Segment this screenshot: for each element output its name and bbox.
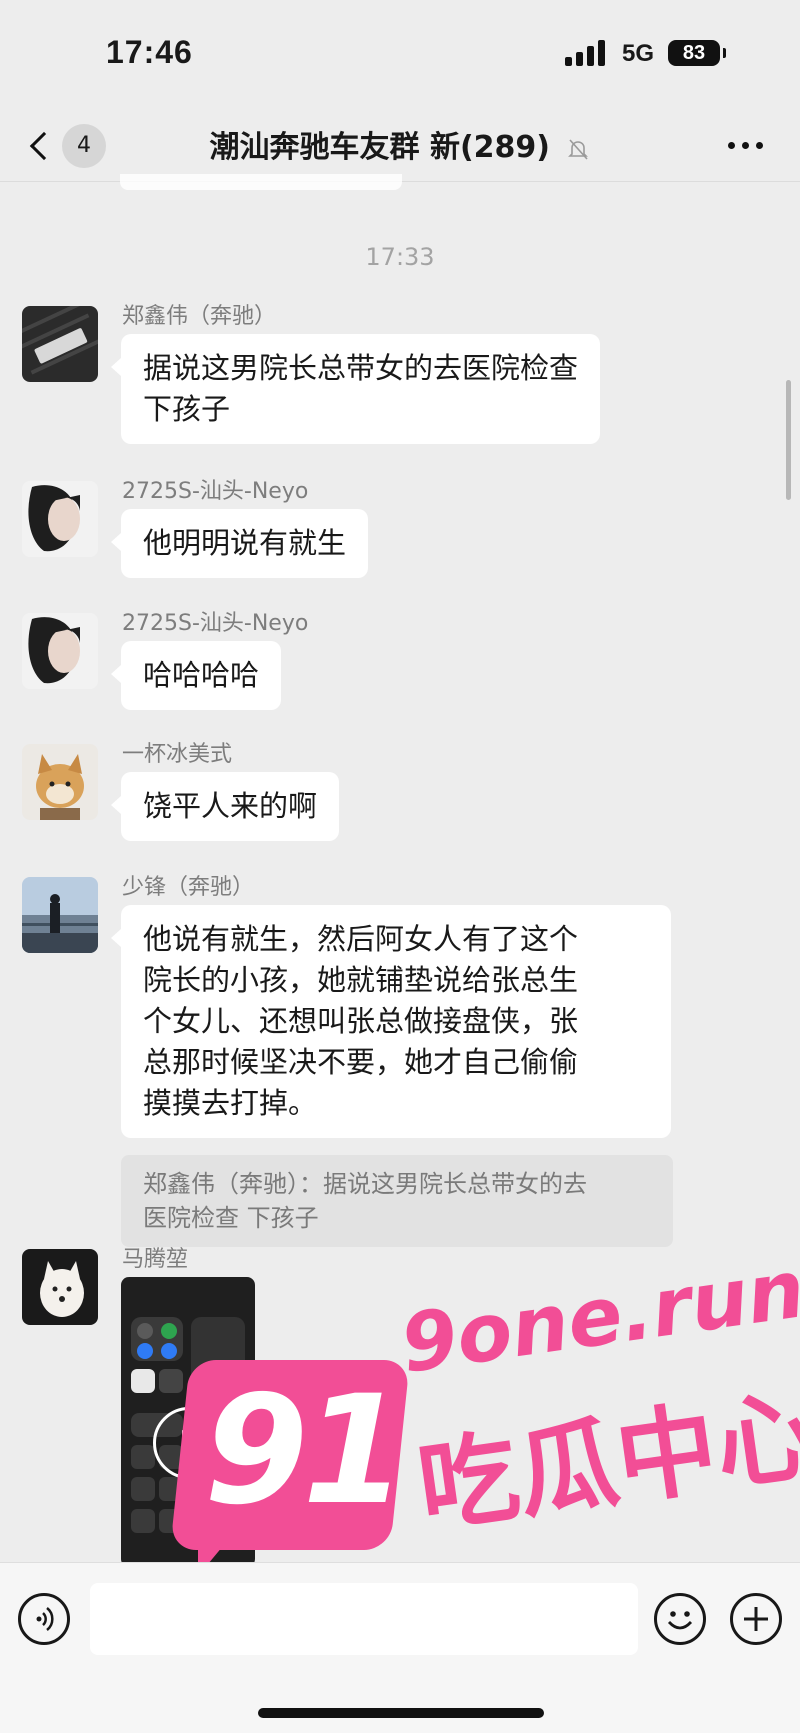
avatar[interactable] xyxy=(22,613,98,689)
status-bar: 17:46 5G 83 xyxy=(0,0,800,110)
message-line: 院长的小孩，她就铺垫说给张总生 xyxy=(143,963,579,997)
plus-icon[interactable] xyxy=(730,1593,782,1645)
more-dots-icon[interactable] xyxy=(728,134,768,158)
quote-line: 医院检查 下孩子 xyxy=(143,1204,319,1232)
message-line: 个女儿、还想叫张总做接盘侠，张 xyxy=(143,1004,579,1038)
nav-bar: 4 潮汕奔驰车友群 新(289) xyxy=(0,110,800,182)
watermark-text: 吃瓜中心 xyxy=(411,1375,800,1548)
emoji-icon[interactable] xyxy=(654,1593,706,1645)
watermark-domain: 9one.run xyxy=(395,1242,800,1391)
avatar[interactable] xyxy=(22,1249,98,1325)
message-bubble[interactable]: 他明明说有就生 xyxy=(110,509,369,578)
battery-level: 83 xyxy=(682,42,706,64)
play-icon[interactable] xyxy=(153,1407,225,1479)
sender-name: 少锋（奔驰） xyxy=(122,875,255,900)
message-bubble[interactable]: 他说有就生，然后阿女人有了这个 院长的小孩，她就铺垫说给张总生 个女儿、还想叫张… xyxy=(111,905,671,1138)
previous-message-edge xyxy=(120,174,402,190)
network-type: 5G xyxy=(622,40,655,67)
avatar[interactable] xyxy=(22,306,98,382)
message-line: 据说这男院长总带女的去医院检查 xyxy=(143,351,579,385)
battery-icon: 83 xyxy=(668,40,726,66)
chat-title: 潮汕奔驰车友群 新(289) xyxy=(209,130,551,165)
message-line: 他明明说有就生 xyxy=(143,526,347,560)
video-message[interactable] xyxy=(121,1277,255,1567)
message-line: 饶平人来的啊 xyxy=(143,789,318,823)
message-bubble[interactable]: 据说这男院长总带女的去医院检查 下孩子 xyxy=(110,334,601,444)
sender-name: 郑鑫伟（奔驰） xyxy=(122,304,277,329)
avatar[interactable] xyxy=(22,744,98,820)
message-bubble[interactable]: 饶平人来的啊 xyxy=(110,772,340,841)
home-indicator[interactable] xyxy=(258,1708,544,1718)
chat-timestamp: 17:33 xyxy=(365,243,435,271)
sender-name: 2725S-汕头-Neyo xyxy=(122,611,309,636)
message-input[interactable] xyxy=(90,1583,638,1655)
quoted-message[interactable]: 郑鑫伟（奔驰）：据说这男院长总带女的去 医院检查 下孩子 xyxy=(121,1155,673,1247)
message-line: 哈哈哈哈 xyxy=(143,658,260,692)
sender-name: 一杯冰美式 xyxy=(122,742,233,767)
scrollbar[interactable] xyxy=(786,380,791,500)
chat-title-wrap[interactable]: 潮汕奔驰车友群 新(289) xyxy=(0,122,800,166)
sender-name: 马腾堃 xyxy=(122,1247,189,1272)
bell-off-icon xyxy=(568,138,589,160)
message-line: 下孩子 xyxy=(143,392,231,426)
message-bubble[interactable]: 哈哈哈哈 xyxy=(110,641,282,710)
message-line: 他说有就生，然后阿女人有了这个 xyxy=(143,922,579,956)
status-time: 17:46 xyxy=(106,34,193,70)
sender-name: 2725S-汕头-Neyo xyxy=(122,479,309,504)
message-line: 总那时候坚决不要，她才自己偷偷 xyxy=(143,1045,579,1079)
avatar[interactable] xyxy=(22,481,98,557)
voice-icon[interactable] xyxy=(18,1593,70,1645)
avatar[interactable] xyxy=(22,877,98,953)
quote-line: 郑鑫伟（奔驰）：据说这男院长总带女的去 xyxy=(143,1170,587,1198)
message-line: 摸摸去打掉。 xyxy=(143,1086,318,1120)
signal-icon xyxy=(565,40,609,66)
